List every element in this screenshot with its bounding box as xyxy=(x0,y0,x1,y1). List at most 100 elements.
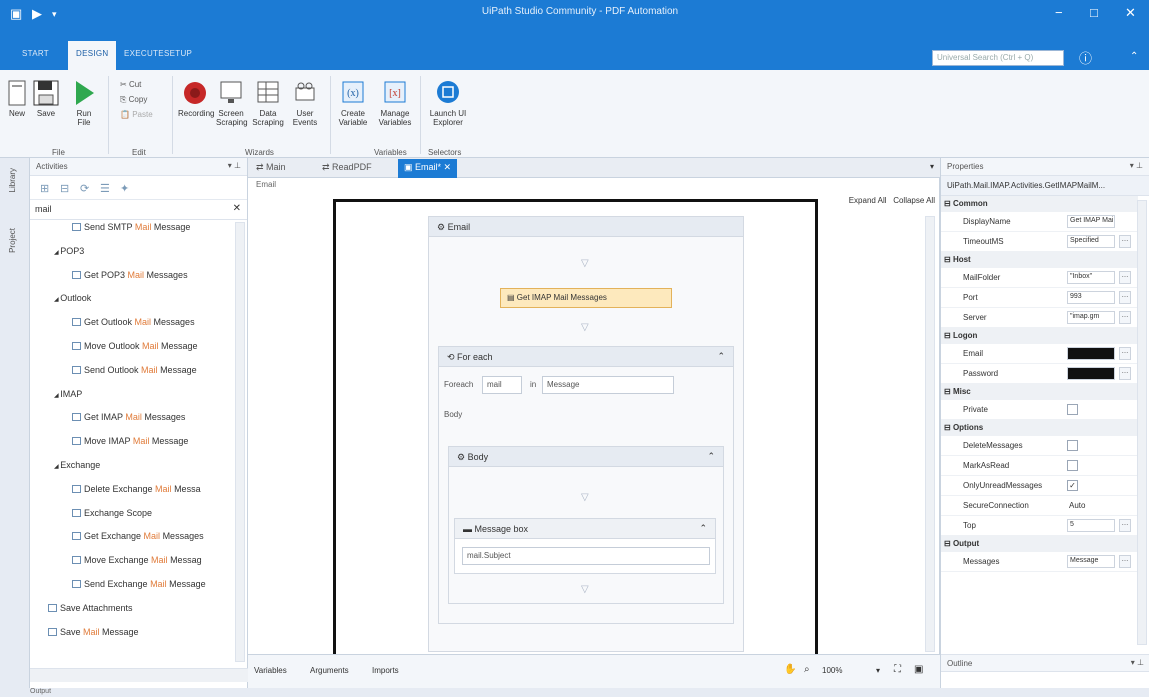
user-events-button[interactable]: User Events xyxy=(290,80,320,127)
property-checkbox[interactable] xyxy=(1067,460,1078,471)
property-value-input[interactable]: Get IMAP Mai xyxy=(1067,215,1115,228)
canvas-scrollbar[interactable] xyxy=(925,216,935,652)
output-tab[interactable]: Output xyxy=(30,688,51,695)
copy-button[interactable]: ⎘ Copy xyxy=(120,95,147,105)
tree-item[interactable]: ◢ POP3 xyxy=(54,246,84,256)
property-category[interactable]: ⊟ Output xyxy=(941,536,1138,552)
tree-item[interactable]: Send Outlook Mail Message xyxy=(72,365,197,375)
property-value-input[interactable]: 5 xyxy=(1067,519,1115,532)
property-ellipsis-button[interactable]: … xyxy=(1119,271,1131,284)
run-file-button[interactable]: Run File xyxy=(70,80,98,127)
property-category[interactable]: ⊟ Host xyxy=(941,252,1138,268)
paste-button[interactable]: 📋 Paste xyxy=(120,110,153,119)
collapse-category-icon[interactable]: ⊟ xyxy=(944,199,953,208)
save-button[interactable]: Save xyxy=(31,80,61,118)
property-ellipsis-button[interactable]: … xyxy=(1119,367,1131,380)
property-value-input[interactable]: " xyxy=(1067,347,1115,360)
create-variable-button[interactable]: (x) Create Variable xyxy=(336,80,370,127)
activities-search-input[interactable]: mail ✕ xyxy=(30,200,247,220)
expand-all-icon[interactable]: ⊞ xyxy=(40,182,49,195)
cut-button[interactable]: ✂ Cut xyxy=(120,80,141,89)
pan-icon[interactable]: ✋ xyxy=(784,664,796,675)
property-value-input[interactable]: " xyxy=(1067,367,1115,380)
properties-scrollbar[interactable] xyxy=(1137,200,1147,645)
property-checkbox[interactable] xyxy=(1067,404,1078,415)
tree-item[interactable]: Get Outlook Mail Messages xyxy=(72,317,195,327)
doc-tab-email[interactable]: ▣ Email* ✕ xyxy=(398,159,458,178)
tree-item[interactable]: Exchange Scope xyxy=(72,508,152,518)
refresh-icon[interactable]: ⟳ xyxy=(80,182,89,195)
property-category[interactable]: ⊟ Logon xyxy=(941,328,1138,344)
tree-item[interactable]: Move Outlook Mail Message xyxy=(72,341,198,351)
property-ellipsis-button[interactable]: … xyxy=(1119,291,1131,304)
tree-item[interactable]: Save Mail Message xyxy=(48,627,139,637)
property-value-input[interactable]: "Inbox" xyxy=(1067,271,1115,284)
manage-variables-button[interactable]: [x] Manage Variables xyxy=(376,80,414,127)
property-value[interactable]: Auto xyxy=(1069,501,1085,510)
maximize-button[interactable]: □ xyxy=(1090,5,1098,20)
property-ellipsis-button[interactable]: … xyxy=(1119,519,1131,532)
activities-hscrollbar[interactable] xyxy=(30,668,248,682)
minimize-button[interactable]: − xyxy=(1055,5,1063,20)
tree-item[interactable]: Move Exchange Mail Messag xyxy=(72,555,202,565)
save-quick-icon[interactable]: ▣ xyxy=(10,6,22,22)
property-category[interactable]: ⊟ Common xyxy=(941,196,1138,212)
tree-item[interactable]: Save Attachments xyxy=(48,603,133,613)
property-ellipsis-button[interactable]: … xyxy=(1119,555,1131,568)
tree-item[interactable]: Delete Exchange Mail Messa xyxy=(72,484,201,494)
help-icon[interactable]: ⓘ xyxy=(1079,48,1092,67)
tabs-dropdown-icon[interactable]: ▾ xyxy=(930,162,934,171)
property-ellipsis-button[interactable]: … xyxy=(1119,235,1131,248)
recording-button[interactable]: Recording xyxy=(178,80,214,118)
tree-item[interactable]: Send SMTP Mail Message xyxy=(72,222,190,232)
close-tab-icon[interactable]: ✕ xyxy=(444,162,452,172)
collapse-category-icon[interactable]: ⊟ xyxy=(944,387,953,396)
activities-scrollbar[interactable] xyxy=(235,222,245,662)
collapse-all-link[interactable]: Collapse All xyxy=(893,196,935,205)
fit-to-screen-icon[interactable]: ⛶ xyxy=(894,664,901,675)
panel-pin-icon[interactable]: ▾ ⊥ xyxy=(228,161,241,170)
property-checkbox[interactable]: ✓ xyxy=(1067,480,1078,491)
tab-setup[interactable]: SETUP xyxy=(164,49,192,58)
arguments-panel-tab[interactable]: Arguments xyxy=(310,666,349,675)
variables-panel-tab[interactable]: Variables xyxy=(254,666,287,675)
zoom-level[interactable]: 100% xyxy=(822,666,842,675)
tab-design[interactable]: DESIGN xyxy=(68,41,117,70)
tree-item[interactable]: Send Exchange Mail Message xyxy=(72,579,206,589)
collapse-category-icon[interactable]: ⊟ xyxy=(944,255,953,264)
collapse-category-icon[interactable]: ⊟ xyxy=(944,331,953,340)
data-scraping-button[interactable]: Data Scraping xyxy=(252,80,284,127)
tree-item[interactable]: ◢ Exchange xyxy=(54,460,100,470)
tab-start[interactable]: START xyxy=(22,49,49,58)
property-value-input[interactable]: Specified xyxy=(1067,235,1115,248)
tree-item[interactable]: Get POP3 Mail Messages xyxy=(72,270,188,280)
breadcrumb[interactable]: Email xyxy=(256,180,276,189)
doc-tab-main[interactable]: ⇄ Main xyxy=(256,162,286,173)
tree-item[interactable]: Get Exchange Mail Messages xyxy=(72,531,204,541)
tree-item[interactable]: ◢ Outlook xyxy=(54,293,91,303)
collapse-category-icon[interactable]: ⊟ xyxy=(944,423,953,432)
run-quick-icon[interactable]: ▶ xyxy=(32,6,42,22)
property-checkbox[interactable] xyxy=(1067,440,1078,451)
tree-item[interactable]: ◢ IMAP xyxy=(54,389,82,399)
property-value-input[interactable]: 993 xyxy=(1067,291,1115,304)
clear-search-icon[interactable]: ✕ xyxy=(233,203,241,214)
tab-execute[interactable]: EXECUTE xyxy=(124,49,164,58)
overview-icon[interactable]: ▣ xyxy=(914,664,923,675)
outline-title[interactable]: Outline xyxy=(947,659,972,668)
zoom-dropdown-icon[interactable]: ▾ xyxy=(876,666,880,675)
property-ellipsis-button[interactable]: … xyxy=(1119,311,1131,324)
collapse-category-icon[interactable]: ⊟ xyxy=(944,539,953,548)
tree-item[interactable]: Move IMAP Mail Message xyxy=(72,436,188,446)
close-button[interactable]: ✕ xyxy=(1125,5,1136,21)
doc-tab-readpdf[interactable]: ⇄ ReadPDF xyxy=(322,162,372,173)
property-category[interactable]: ⊟ Misc xyxy=(941,384,1138,400)
property-category[interactable]: ⊟ Options xyxy=(941,420,1138,436)
quick-access-menu-icon[interactable]: ▾ xyxy=(52,9,57,20)
imports-panel-tab[interactable]: Imports xyxy=(372,666,399,675)
launch-ui-explorer-button[interactable]: Launch UI Explorer xyxy=(428,80,468,127)
expand-all-link[interactable]: Expand All xyxy=(849,196,887,205)
library-tab[interactable]: Library xyxy=(8,168,17,192)
panel-pin-icon[interactable]: ▾ ⊥ xyxy=(1131,658,1144,667)
tree-item[interactable]: Get IMAP Mail Messages xyxy=(72,412,185,422)
